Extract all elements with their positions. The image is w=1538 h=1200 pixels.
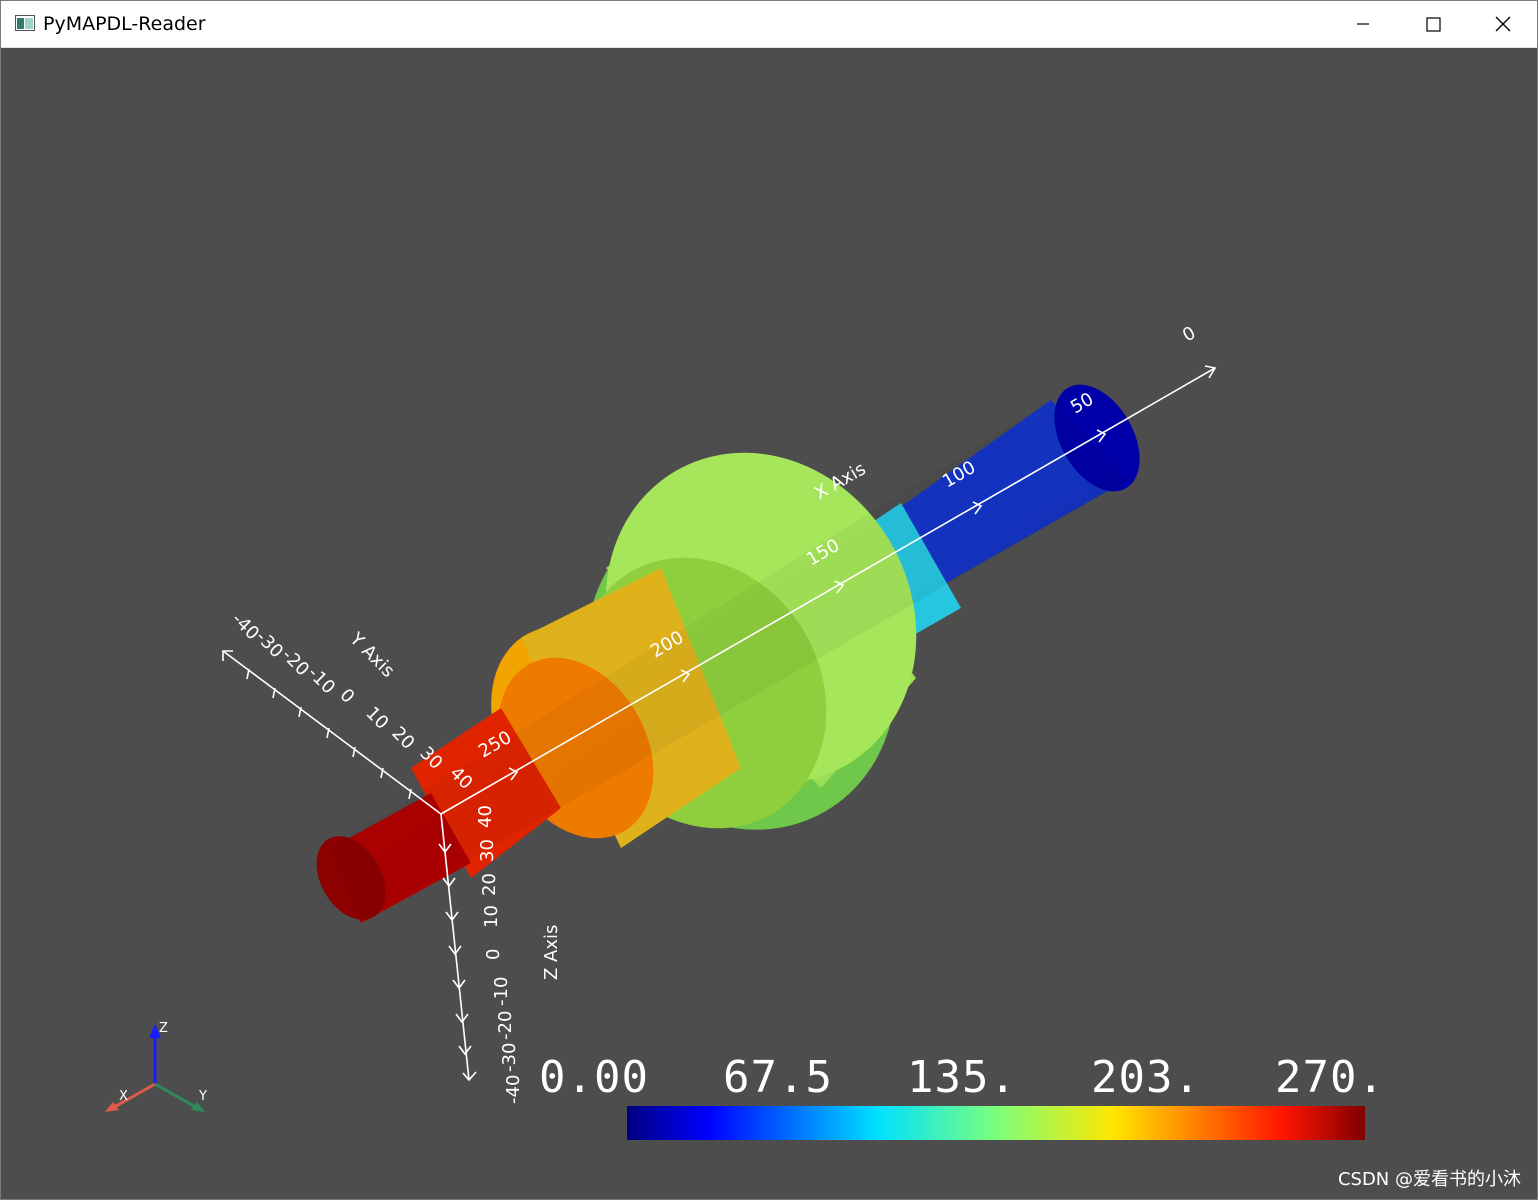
y-axis-labels: -40 -30 -20 -10 0 10 20 30 40 Y Axis [227, 609, 476, 794]
z-axis-title: Z Axis [541, 925, 562, 980]
maximize-button[interactable] [1398, 1, 1468, 47]
colorbar [627, 1106, 1365, 1140]
colorbar-label: 270. [1275, 1052, 1385, 1103]
close-icon [1495, 16, 1511, 32]
z-tick-label: -10 [491, 977, 512, 1006]
orientation-widget[interactable]: Z X Y [105, 1021, 207, 1112]
maximize-icon [1425, 16, 1441, 32]
z-tick-2 [442, 877, 456, 888]
z-tick-label: 30 [477, 839, 498, 862]
orient-z-label: Z [159, 1021, 168, 1036]
close-button[interactable] [1468, 1, 1538, 47]
colorbar-label: 0.00 [539, 1052, 649, 1103]
y-tick-label: 0 [335, 685, 358, 708]
x-tick-label: 0 [1179, 322, 1199, 346]
orient-y-label: Y [198, 1089, 207, 1104]
shaft-model [316, 384, 1140, 923]
y-tick-label: 10 [361, 703, 392, 734]
orient-x-label: X [119, 1089, 128, 1104]
render-viewport[interactable]: 0 50 100 150 200 250 X Axis -40 -30 -20 … [1, 48, 1537, 1199]
y-tick-1 [246, 668, 250, 680]
z-tick-label: 10 [481, 905, 502, 928]
title-bar[interactable]: PyMAPDL-Reader [1, 1, 1537, 48]
z-tick-label: -20 [495, 1011, 516, 1040]
z-axis-arrowhead [462, 1071, 477, 1082]
colorbar-label: 135. [907, 1052, 1017, 1103]
minimize-icon [1357, 23, 1369, 25]
y-axis-title: Y Axis [345, 628, 399, 682]
z-tick-label: 0 [483, 949, 504, 960]
watermark: CSDN @爱看书的小沐 [1337, 1169, 1521, 1190]
colorbar-label: 203. [1091, 1052, 1201, 1103]
colorbar-label: 67.5 [723, 1052, 833, 1103]
3d-scene[interactable]: 0 50 100 150 200 250 X Axis -40 -30 -20 … [1, 48, 1537, 1199]
z-tick-label: 20 [479, 873, 500, 896]
y-tick-label: 20 [387, 723, 418, 754]
z-tick-label: 40 [475, 805, 496, 828]
z-tick-label: -40 [503, 1075, 524, 1104]
app-window: PyMAPDL-Reader 0 50 100 150 200 250 X Ax… [0, 0, 1538, 1200]
window-title: PyMAPDL-Reader [43, 13, 206, 35]
minimize-button[interactable] [1328, 1, 1398, 47]
z-tick-label: -30 [499, 1043, 520, 1072]
app-icon [15, 15, 35, 31]
